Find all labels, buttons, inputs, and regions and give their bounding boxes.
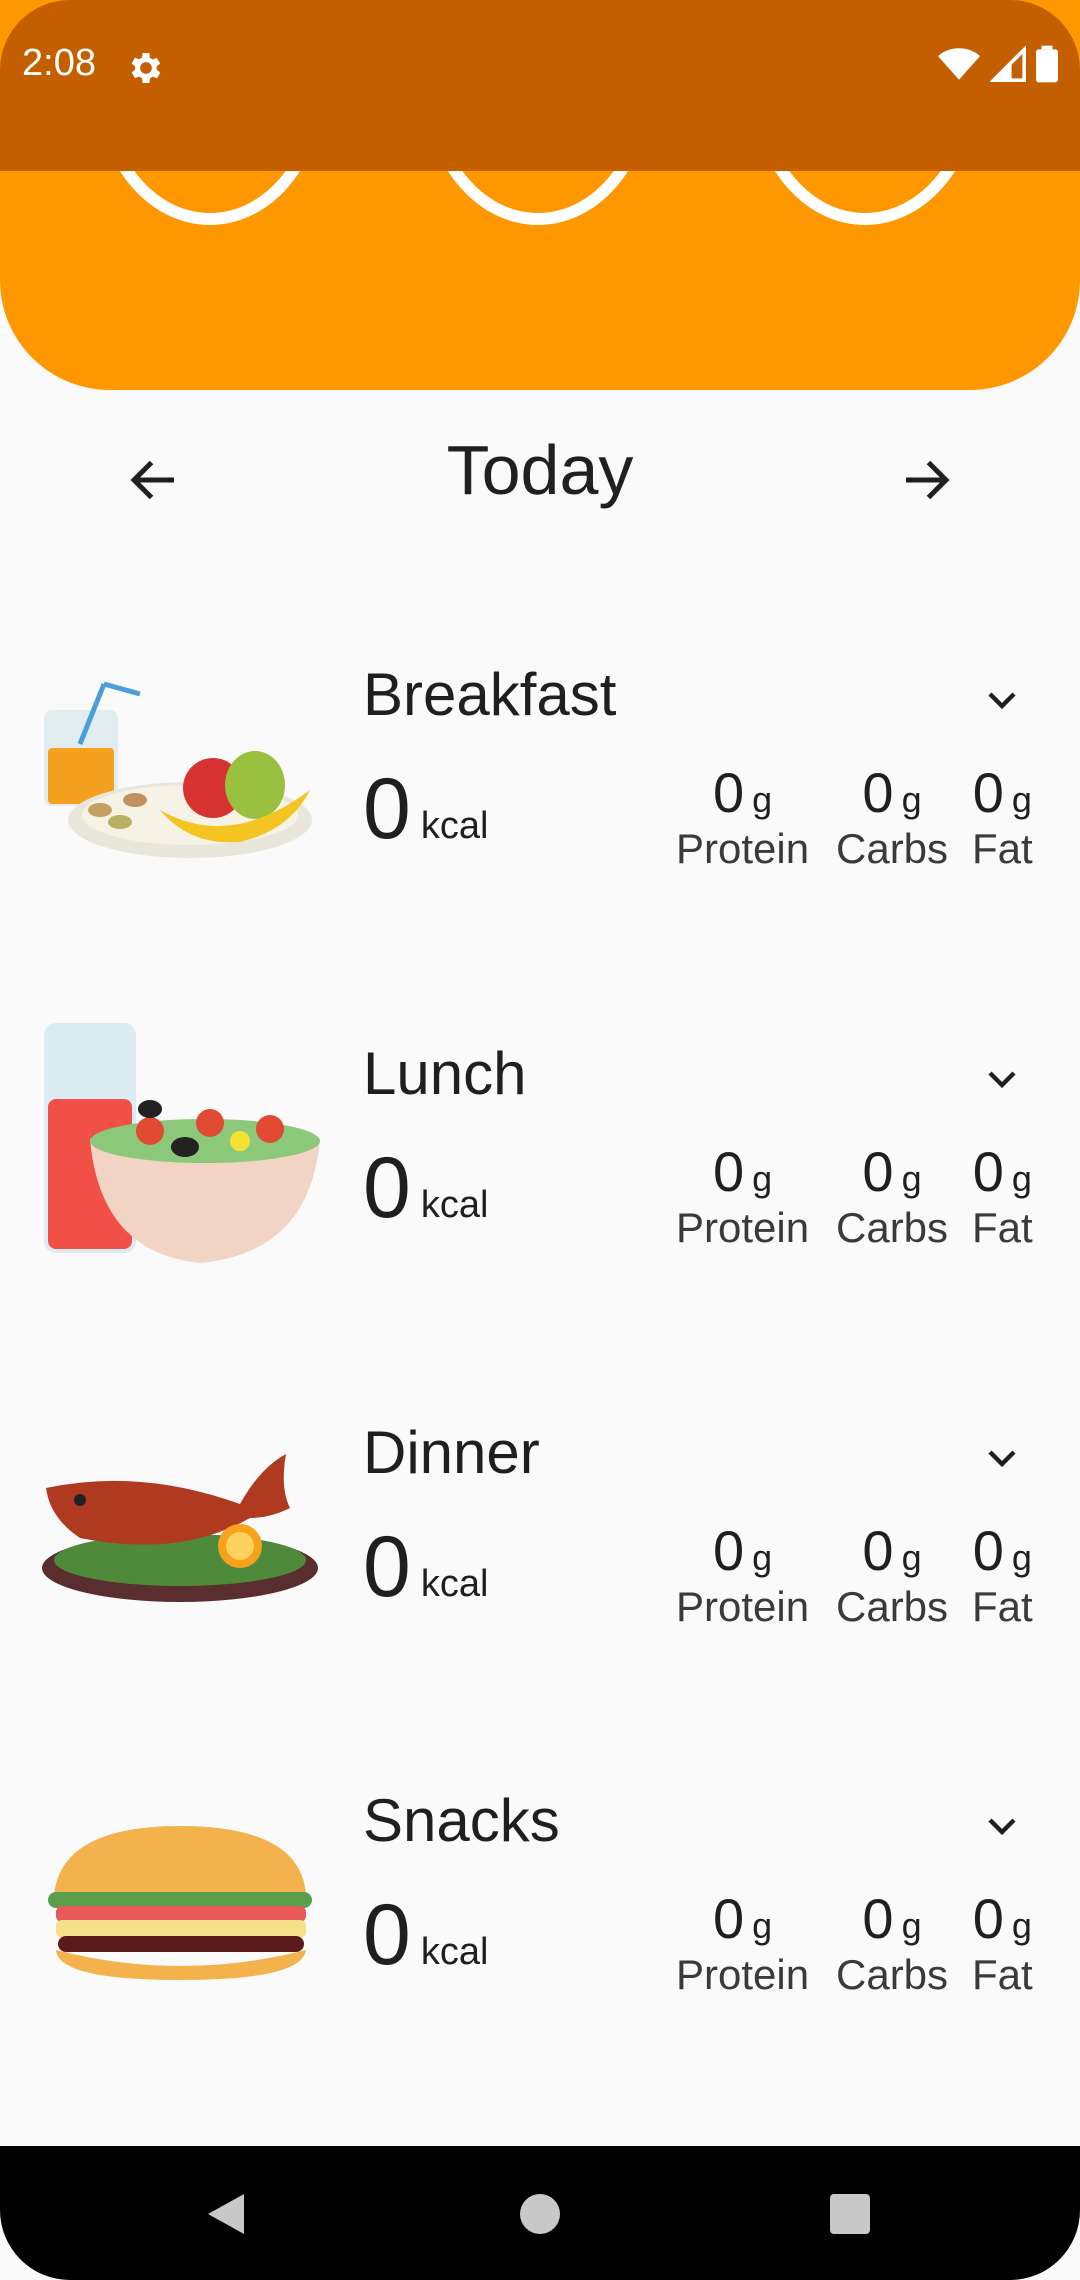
chevron-down-icon[interactable]	[978, 1434, 1026, 1482]
fat-value: 0	[972, 761, 1004, 824]
chevron-down-icon[interactable]	[978, 676, 1026, 724]
signal-icon	[989, 44, 1026, 87]
carbs-label: Carbs	[836, 1583, 949, 1630]
carbs-macro: 0g Carbs	[836, 1518, 948, 1631]
protein-macro: 0g Protein	[676, 1518, 809, 1631]
kcal-value: 0	[363, 761, 411, 857]
meal-name: Breakfast	[363, 661, 617, 728]
fat-value: 0	[972, 1519, 1004, 1582]
kcal-unit: kcal	[420, 805, 489, 847]
carbs-label: Carbs	[836, 825, 949, 872]
wifi-icon	[938, 46, 980, 87]
summary-header: 2:08	[0, 0, 1080, 390]
dinner-illustration	[40, 1448, 320, 1688]
battery-icon	[1036, 45, 1058, 88]
fat-unit: g	[1011, 779, 1032, 820]
chevron-down-icon[interactable]	[978, 1802, 1026, 1850]
protein-label: Protein	[676, 1951, 810, 1998]
arrow-right-icon[interactable]	[896, 450, 956, 510]
status-bar: 2:08	[0, 0, 1080, 171]
carbs-value: 0	[862, 1887, 894, 1950]
carbs-unit: g	[901, 1537, 922, 1578]
home-icon[interactable]	[518, 2190, 562, 2243]
carbs-value: 0	[862, 1140, 894, 1203]
protein-unit: g	[752, 1158, 773, 1199]
protein-macro: 0g Protein	[676, 1139, 809, 1252]
meal-card-lunch[interactable]: Lunch 0 kcal 0g Protein 0g Carbs 0g Fat	[0, 1023, 1080, 1299]
protein-unit: g	[752, 1905, 773, 1946]
fat-value: 0	[972, 1140, 1004, 1203]
fat-macro: 0g Fat	[972, 1518, 1033, 1631]
back-icon[interactable]	[204, 2190, 248, 2243]
fat-macro: 0g Fat	[972, 760, 1033, 873]
carbs-macro: 0g Carbs	[836, 760, 948, 873]
carbs-macro: 0g Carbs	[836, 1886, 948, 1999]
protein-value: 0	[712, 761, 745, 824]
meal-kcal: 0 kcal	[363, 1518, 488, 1617]
carbs-unit: g	[901, 779, 922, 820]
protein-macro: 0g Protein	[676, 1886, 809, 1999]
recents-icon[interactable]	[828, 2190, 872, 2243]
protein-label: Protein	[676, 1204, 810, 1251]
meal-kcal: 0 kcal	[363, 760, 488, 859]
meal-card-snacks[interactable]: Snacks 0 kcal 0g Protein 0g Carbs 0g Fat	[0, 1786, 1080, 2046]
kcal-value: 0	[363, 1519, 411, 1615]
carbs-value: 0	[862, 1519, 894, 1582]
meal-card-dinner[interactable]: Dinner 0 kcal 0g Protein 0g Carbs 0g Fat	[0, 1418, 1080, 1678]
carbs-label: Carbs	[836, 1951, 949, 1998]
chevron-down-icon[interactable]	[978, 1055, 1026, 1103]
kcal-value: 0	[363, 1140, 411, 1236]
protein-value: 0	[712, 1519, 745, 1582]
snacks-illustration	[40, 1826, 320, 2066]
kcal-value: 0	[363, 1887, 411, 1983]
kcal-unit: kcal	[420, 1563, 489, 1605]
lunch-illustration	[40, 1023, 320, 1263]
carbs-value: 0	[862, 761, 894, 824]
meal-name: Snacks	[363, 1787, 560, 1854]
meal-kcal: 0 kcal	[363, 1139, 488, 1238]
fat-label: Fat	[972, 1583, 1033, 1630]
fat-macro: 0g Fat	[972, 1886, 1033, 1999]
meal-name: Dinner	[363, 1419, 540, 1486]
protein-label: Protein	[676, 1583, 810, 1630]
carbs-label: Carbs	[836, 1204, 949, 1251]
carbs-macro: 0g Carbs	[836, 1139, 948, 1252]
protein-unit: g	[752, 1537, 773, 1578]
protein-label: Protein	[676, 825, 810, 872]
fat-unit: g	[1011, 1158, 1032, 1199]
fat-label: Fat	[972, 1951, 1033, 1998]
meal-kcal: 0 kcal	[363, 1886, 488, 1985]
protein-value: 0	[712, 1140, 745, 1203]
fat-value: 0	[972, 1887, 1004, 1950]
date-navigation: Today	[0, 430, 1080, 530]
status-time: 2:08	[22, 42, 96, 84]
gear-icon	[126, 48, 166, 88]
carbs-unit: g	[901, 1905, 922, 1946]
protein-unit: g	[752, 779, 773, 820]
system-nav-bar	[0, 2146, 1080, 2280]
protein-macro: 0g Protein	[676, 760, 809, 873]
meal-card-breakfast[interactable]: Breakfast 0 kcal 0g Protein 0g Carbs 0g F…	[0, 660, 1080, 920]
fat-unit: g	[1011, 1905, 1032, 1946]
kcal-unit: kcal	[420, 1931, 489, 1973]
carbs-unit: g	[901, 1158, 922, 1199]
fat-label: Fat	[972, 1204, 1033, 1251]
kcal-unit: kcal	[420, 1184, 489, 1226]
meal-name: Lunch	[363, 1040, 527, 1107]
protein-value: 0	[712, 1887, 745, 1950]
fat-macro: 0g Fat	[972, 1139, 1033, 1252]
fat-label: Fat	[972, 825, 1033, 872]
fat-unit: g	[1011, 1537, 1032, 1578]
breakfast-illustration	[40, 660, 320, 900]
